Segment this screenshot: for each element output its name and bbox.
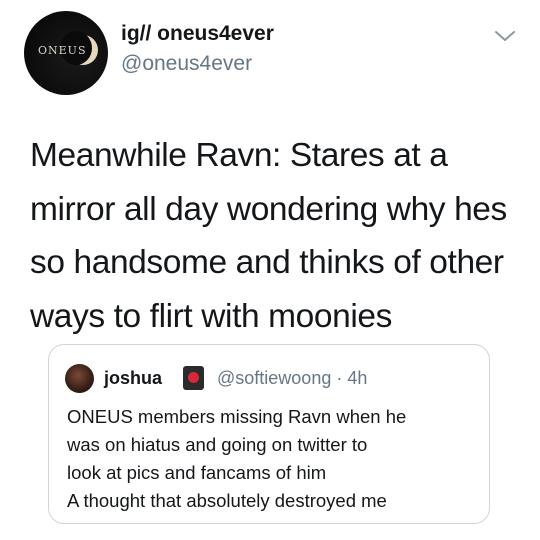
quoted-handle-time: @softiewoong · 4h bbox=[217, 368, 368, 388]
display-name[interactable]: ig// oneus4ever bbox=[121, 22, 274, 46]
chevron-down-icon[interactable] bbox=[494, 28, 516, 44]
quoted-tweet-text: ONEUS members missing Ravn when he was o… bbox=[67, 403, 487, 515]
quoted-display-name: joshua bbox=[104, 368, 163, 388]
quoted-avatar[interactable] bbox=[65, 364, 94, 393]
profile-avatar[interactable]: ONEUS bbox=[24, 11, 108, 95]
quoted-text-line: ONEUS members missing Ravn when he bbox=[67, 406, 407, 427]
quoted-text-line: look at pics and fancams of him bbox=[67, 462, 327, 483]
tweet-text: Meanwhile Ravn: Stares at a mirror all d… bbox=[30, 137, 507, 335]
quoted-text-line: was on hiatus and going on twitter to bbox=[67, 434, 368, 455]
quoted-text-line: A thought that absolutely destroyed me bbox=[67, 490, 387, 511]
badge-dot bbox=[188, 372, 199, 383]
avatar-logo-text: ONEUS bbox=[38, 44, 87, 57]
quoted-tweet-card[interactable]: joshua @softiewoong · 4h ONEUS members m… bbox=[48, 344, 490, 524]
red-dot-badge-icon bbox=[183, 366, 204, 390]
user-handle[interactable]: @oneus4ever bbox=[121, 52, 252, 76]
